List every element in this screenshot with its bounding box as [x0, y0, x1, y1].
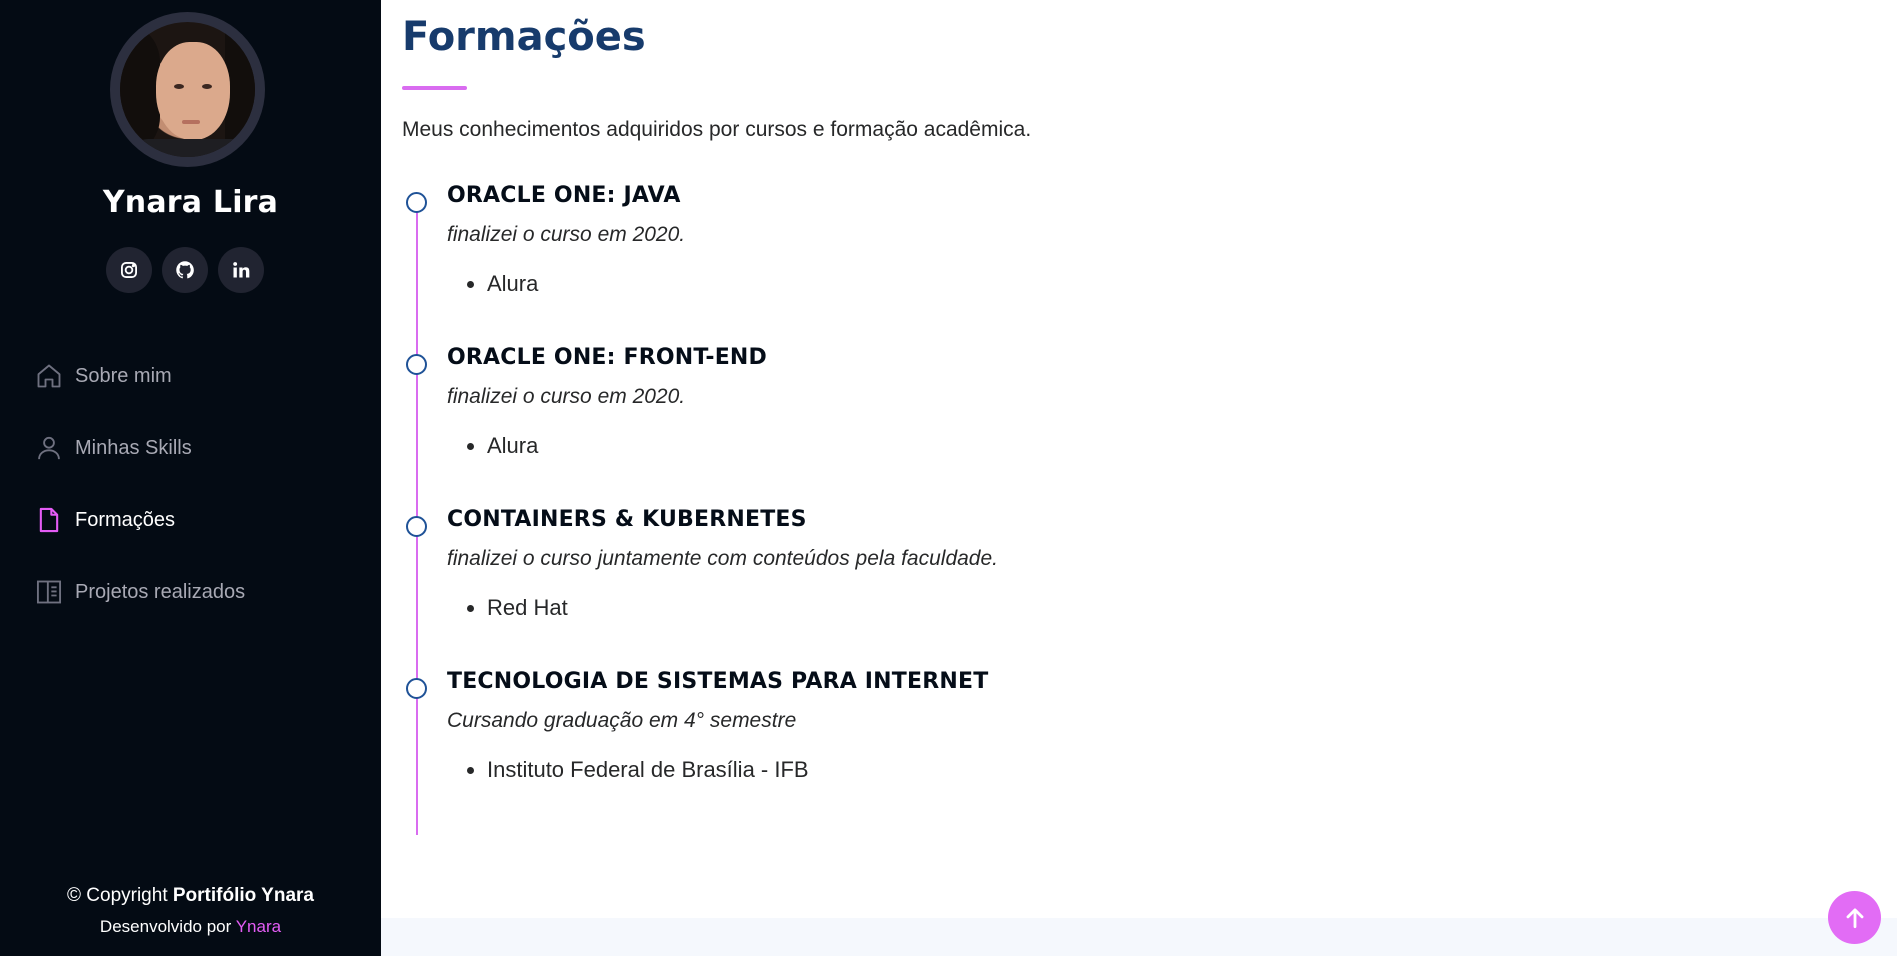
title-underline: [402, 86, 467, 90]
nav-item-projetos-realizados[interactable]: Projetos realizados: [34, 556, 245, 628]
linkedin-icon: [233, 262, 250, 278]
nav-label: Projetos realizados: [75, 580, 246, 603]
github-button[interactable]: [162, 247, 208, 293]
copyright-prefix: © Copyright: [67, 885, 173, 906]
copyright: © Copyright Portifólio Ynara: [0, 885, 381, 907]
nav-item-sobre-mim[interactable]: Sobre mim: [34, 340, 245, 412]
item-subtitle: Cursando graduação em 4° semestre: [447, 709, 797, 732]
layout-icon: [34, 577, 64, 607]
instagram-icon: [121, 262, 137, 278]
nav-item-minhas-skills[interactable]: Minhas Skills: [34, 412, 245, 484]
back-to-top-button[interactable]: [1828, 891, 1881, 944]
nav-label: Sobre mim: [75, 364, 172, 387]
person-icon: [34, 433, 64, 463]
item-title: TECNOLOGIA DE SISTEMAS PARA INTERNET: [447, 669, 989, 694]
list-item: Red Hat: [487, 595, 568, 621]
item-list: Alura: [467, 433, 538, 459]
list-item: Instituto Federal de Brasília - IFB: [487, 757, 809, 783]
item-title: ORACLE ONE: FRONT-END: [447, 345, 768, 370]
social-links: [106, 247, 264, 293]
item-list: Instituto Federal de Brasília - IFB: [467, 757, 809, 783]
sidebar: Ynara Lira Sobre mim Minhas Skills Forma…: [0, 0, 381, 956]
next-section-background: [381, 918, 1897, 956]
credits: Desenvolvido por Ynara: [0, 917, 381, 937]
sidebar-nav: Sobre mim Minhas Skills Formações Projet…: [34, 340, 245, 628]
credits-author-link[interactable]: Ynara: [236, 917, 281, 936]
profile-name: Ynara Lira: [102, 185, 279, 220]
item-list: Red Hat: [467, 595, 568, 621]
nav-item-formacoes[interactable]: Formações: [34, 484, 245, 556]
avatar: [110, 12, 265, 167]
item-subtitle: finalizei o curso em 2020.: [447, 223, 686, 246]
instagram-button[interactable]: [106, 247, 152, 293]
nav-label: Formações: [75, 508, 176, 531]
house-icon: [34, 361, 64, 391]
item-subtitle: finalizei o curso juntamente com conteúd…: [447, 547, 999, 570]
item-list: Alura: [467, 271, 538, 297]
file-icon: [34, 505, 64, 535]
sidebar-footer: © Copyright Portifólio Ynara Desenvolvid…: [0, 885, 381, 937]
main-content: Formações Meus conhecimentos adquiridos …: [381, 0, 1897, 956]
timeline-dot: [406, 354, 427, 375]
nav-label: Minhas Skills: [75, 436, 192, 459]
copyright-brand: Portifólio Ynara: [172, 885, 314, 906]
profile-photo: [120, 22, 255, 157]
item-subtitle: finalizei o curso em 2020.: [447, 385, 686, 408]
page-title: Formações: [402, 14, 646, 60]
list-item: Alura: [487, 433, 538, 459]
item-title: ORACLE ONE: JAVA: [447, 183, 681, 208]
timeline-line: [416, 195, 418, 835]
timeline-dot: [406, 192, 427, 213]
list-item: Alura: [487, 271, 538, 297]
github-icon: [176, 261, 194, 279]
item-title: CONTAINERS & KUBERNETES: [447, 507, 807, 532]
section-intro: Meus conhecimentos adquiridos por cursos…: [402, 118, 1032, 141]
credits-prefix: Desenvolvido por: [99, 917, 236, 936]
linkedin-button[interactable]: [218, 247, 264, 293]
timeline-dot: [406, 516, 427, 537]
arrow-up-icon: [1846, 907, 1863, 928]
timeline-dot: [406, 678, 427, 699]
